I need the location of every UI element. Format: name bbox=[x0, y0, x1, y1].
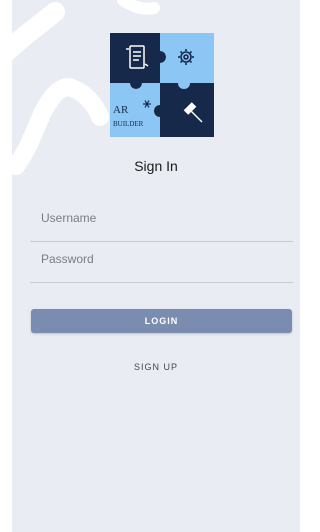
page-title: Sign In bbox=[134, 158, 178, 174]
login-button[interactable]: LOGIN bbox=[31, 309, 292, 333]
left-margin bbox=[0, 0, 12, 532]
password-input[interactable] bbox=[41, 252, 281, 266]
signup-link[interactable]: SIGN UP bbox=[12, 362, 300, 372]
ar-builder-logo: AR BUILDER bbox=[110, 33, 214, 137]
logo-text-builder: BUILDER bbox=[113, 120, 144, 128]
username-input[interactable] bbox=[41, 211, 281, 225]
username-field[interactable] bbox=[30, 201, 293, 242]
password-field[interactable] bbox=[30, 242, 293, 283]
logo-text-ar: AR bbox=[113, 104, 129, 116]
